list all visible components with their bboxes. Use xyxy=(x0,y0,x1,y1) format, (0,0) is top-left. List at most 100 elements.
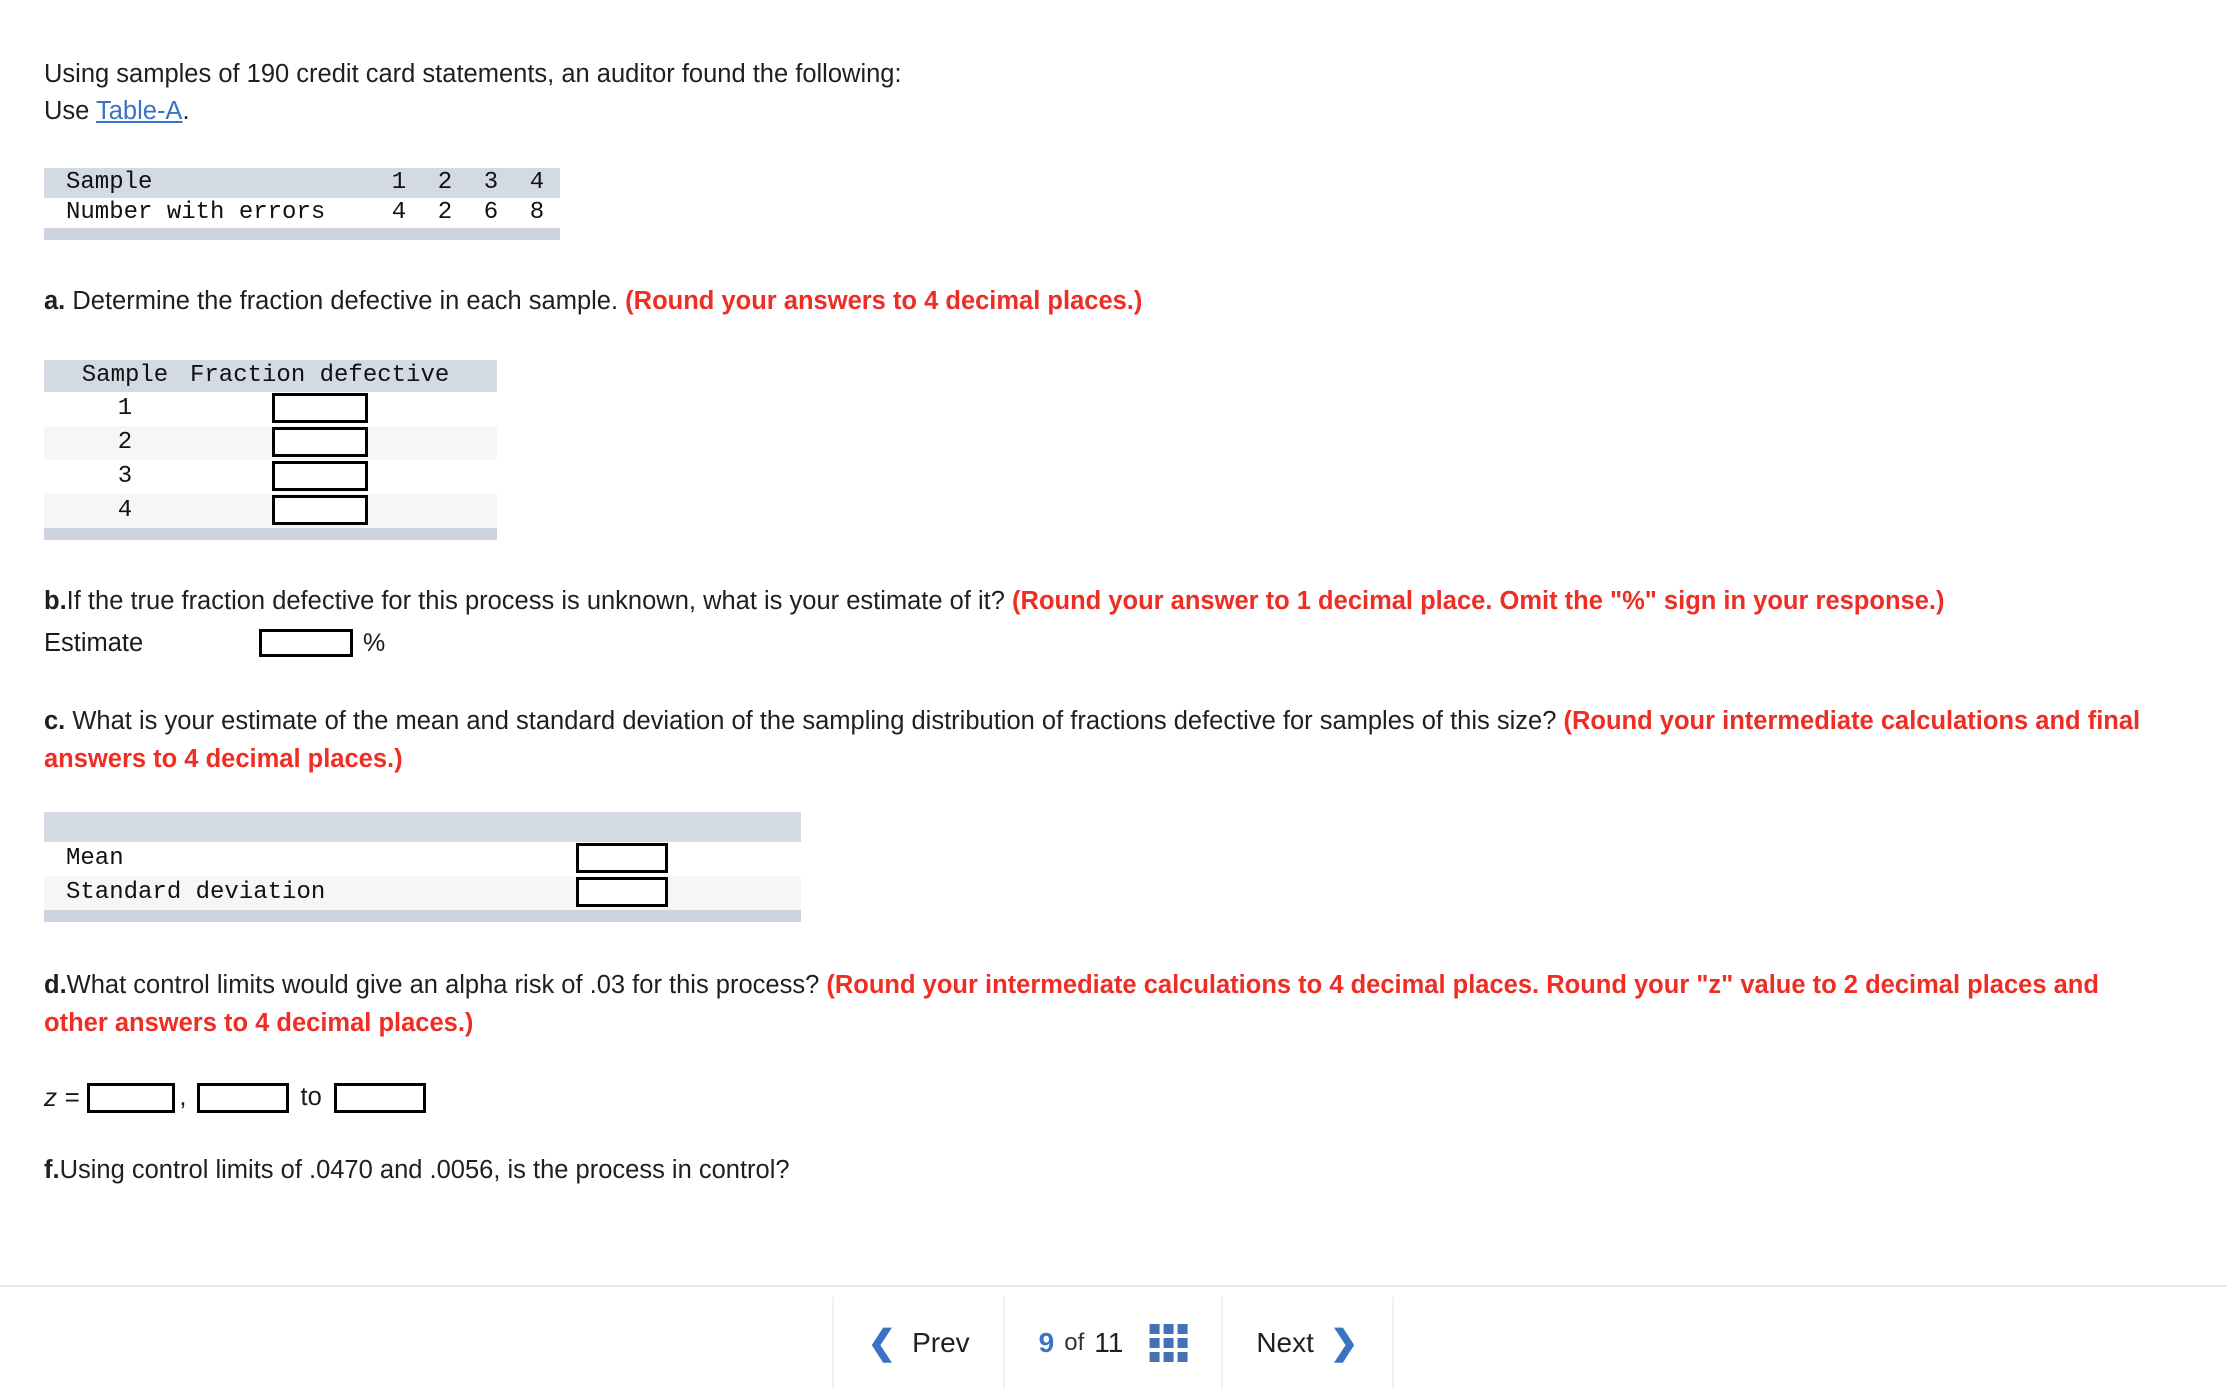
grid-cell xyxy=(1177,1352,1188,1362)
table-row: 2 xyxy=(44,426,498,460)
fraction-input-4[interactable] xyxy=(271,494,368,525)
control-limits-row: z = , to xyxy=(44,1082,2154,1113)
errors-4: 8 xyxy=(529,199,545,226)
comma-separator: , xyxy=(179,1083,187,1111)
table-row: 4 xyxy=(44,494,498,528)
grid-cell xyxy=(1163,1338,1174,1348)
fraction-input-2[interactable] xyxy=(271,426,368,457)
fraction-defective-table: Sample Fraction defective 1 2 3 4 xyxy=(44,360,498,540)
grid-menu-icon[interactable] xyxy=(1149,1324,1188,1362)
spacer-cell xyxy=(736,842,801,876)
errors-2: 2 xyxy=(437,199,453,226)
use-suffix: . xyxy=(182,97,190,125)
footer-navigation: ❮ Prev 9 of 11 Next ❯ xyxy=(0,1285,2226,1400)
stats-table: Mean Standard deviation xyxy=(44,812,801,922)
sample-4: 4 xyxy=(529,169,545,196)
spacer-cell xyxy=(576,812,736,842)
errors-header: Number with errors xyxy=(66,199,326,226)
table-footer-band xyxy=(44,910,801,922)
page-current: 9 xyxy=(1038,1327,1055,1358)
question-d: d.What control limits would give an alph… xyxy=(44,966,2154,1042)
grid-cell xyxy=(1149,1324,1160,1334)
footer-band-cell xyxy=(44,910,801,922)
mean-input[interactable] xyxy=(576,842,668,873)
intro-line-1: Using samples of 190 credit card stateme… xyxy=(44,60,902,88)
grid-cell xyxy=(1149,1338,1160,1348)
sample-2: 2 xyxy=(437,169,453,196)
page-of-label: of xyxy=(1064,1329,1085,1356)
question-f-text: Using control limits of .0470 and .0056,… xyxy=(59,1156,790,1184)
fraction-header-sample: Sample xyxy=(81,362,169,389)
grid-cell xyxy=(1163,1352,1174,1362)
question-d-label: d. xyxy=(44,971,67,999)
footer-band-cell xyxy=(44,528,497,540)
spacer-cell xyxy=(449,426,497,460)
table-row: Sample Fraction defective xyxy=(44,360,498,392)
spacer-cell xyxy=(449,360,497,392)
question-c-text: What is your estimate of the mean and st… xyxy=(65,707,1564,735)
fraction-input-3[interactable] xyxy=(271,460,368,491)
question-c: c. What is your estimate of the mean and… xyxy=(44,702,2154,778)
z-label: z = xyxy=(44,1082,80,1112)
table-footer-band xyxy=(44,228,560,240)
question-b-text: If the true fraction defective for this … xyxy=(66,587,1013,615)
estimate-input[interactable] xyxy=(259,629,353,657)
question-f-label: f. xyxy=(44,1156,60,1184)
table-footer-band xyxy=(44,528,498,540)
spacer-cell xyxy=(736,812,801,842)
std-dev-input[interactable] xyxy=(576,876,668,907)
grid-cell xyxy=(1149,1352,1160,1362)
page-total: 11 xyxy=(1094,1327,1124,1358)
question-c-label: c. xyxy=(44,707,66,735)
nav-controls: ❮ Prev 9 of 11 Next ❯ xyxy=(832,1297,1394,1389)
errors-1: 4 xyxy=(391,199,407,226)
sample-1: 1 xyxy=(391,169,407,196)
intro-line-2: Use Table-A. xyxy=(44,93,2154,130)
percent-sign: % xyxy=(363,629,386,657)
spacer-cell xyxy=(449,460,497,494)
upper-limit-input[interactable] xyxy=(333,1082,426,1113)
table-row: Standard deviation xyxy=(44,876,801,910)
given-data-table: Sample 1 2 3 4 Number with errors 4 2 6 … xyxy=(44,168,560,240)
question-a-note: (Round your answers to 4 decimal places.… xyxy=(625,287,1143,315)
sample-header: Sample xyxy=(66,169,153,196)
question-a-text: Determine the fraction defective in each… xyxy=(65,287,626,315)
question-page: Using samples of 190 credit card stateme… xyxy=(0,0,2226,1400)
fraction-header-value: Fraction defective xyxy=(190,362,450,389)
fraction-row-input-cell xyxy=(190,460,449,494)
footer-band-cell xyxy=(44,228,560,240)
table-row: Number with errors 4 2 6 8 xyxy=(44,198,560,228)
question-a: a. Determine the fraction defective in e… xyxy=(44,282,2154,320)
fraction-row-sample: 3 xyxy=(117,463,133,490)
page-indicator[interactable]: 9 of 11 xyxy=(1003,1297,1222,1389)
table-row: 3 xyxy=(44,460,497,494)
fraction-row-input-cell xyxy=(190,494,449,528)
spacer-cell xyxy=(449,494,497,528)
errors-3: 6 xyxy=(483,199,499,226)
fraction-row-sample: 2 xyxy=(117,429,133,456)
next-label: Next xyxy=(1256,1327,1314,1358)
z-input[interactable] xyxy=(87,1082,176,1113)
spacer-cell xyxy=(449,392,497,426)
fraction-row-sample: 1 xyxy=(117,395,133,422)
question-content: Using samples of 190 credit card stateme… xyxy=(44,56,2154,1189)
table-row: 1 xyxy=(44,392,497,426)
chevron-left-icon: ❮ xyxy=(867,1324,897,1362)
std-dev-input-cell xyxy=(576,876,736,910)
chevron-right-icon: ❯ xyxy=(1329,1324,1359,1362)
question-d-text: What control limits would give an alpha … xyxy=(66,971,827,999)
table-a-link[interactable]: Table-A xyxy=(96,97,182,125)
std-dev-label: Standard deviation xyxy=(66,879,326,906)
prev-button[interactable]: ❮ Prev xyxy=(832,1297,1004,1389)
intro-paragraph: Using samples of 190 credit card stateme… xyxy=(44,56,2154,130)
grid-cell xyxy=(1177,1324,1188,1334)
mean-input-cell xyxy=(576,842,736,876)
table-row: Sample 1 2 3 4 xyxy=(44,168,560,198)
to-label: to xyxy=(300,1083,322,1111)
estimate-label: Estimate xyxy=(44,629,144,657)
table-row xyxy=(44,812,801,842)
next-button[interactable]: Next ❯ xyxy=(1221,1297,1394,1389)
fraction-input-1[interactable] xyxy=(271,392,368,423)
question-b-note: (Round your answer to 1 decimal place. O… xyxy=(1012,587,1945,615)
lower-limit-input[interactable] xyxy=(196,1082,289,1113)
